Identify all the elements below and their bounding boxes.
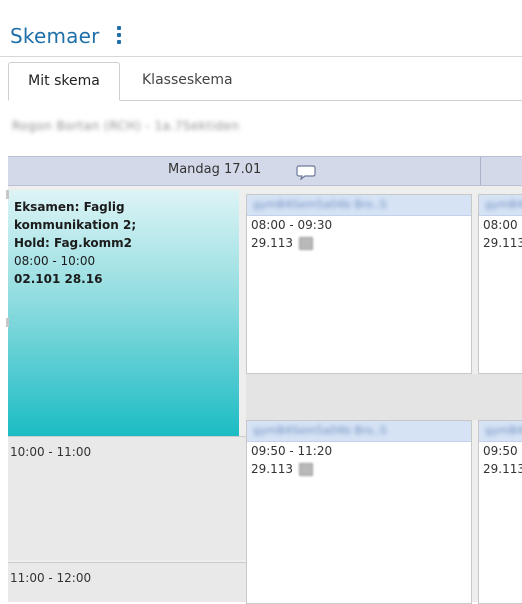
day-header: Mandag 17.01 — [8, 156, 522, 186]
tab-mit-skema[interactable]: Mit skema — [8, 62, 120, 101]
exam-room: 02.101 28.16 — [14, 272, 103, 286]
lesson-card[interactable]: gymB4Sem5 08:00 29.113 — [478, 194, 522, 374]
exam-time: 08:00 - 10:00 — [14, 254, 96, 268]
lesson-room: 29.113 — [483, 236, 522, 250]
room-info-icon[interactable] — [299, 463, 313, 476]
lesson-card[interactable]: gymB4Sem5a04b Bro..S 09:50 - 11:20 29.11… — [246, 420, 472, 604]
page-title: Skemaer — [10, 24, 100, 48]
lesson-title: gymB4Sem5a04b Bro..S — [253, 198, 387, 211]
user-name: Rogon Bortan (RCH) - 1a.7Sektiden — [12, 119, 240, 133]
lesson-room: 29.113 — [251, 462, 293, 476]
exam-title-line2: kommunikation 2; — [14, 218, 137, 232]
kebab-menu-icon[interactable] — [114, 26, 124, 44]
schedule-grid: Eksamen: Faglig kommunikation 2; Hold: F… — [6, 186, 522, 604]
lesson-title: gymB4Sem5 — [485, 198, 522, 211]
time-slot-label: 10:00 - 11:00 — [10, 445, 92, 459]
lesson-time: 09:50 — [483, 444, 518, 458]
room-info-icon[interactable] — [299, 237, 313, 250]
lesson-room: 29.113 — [251, 236, 293, 250]
exam-hold: Hold: Fag.komm2 — [14, 236, 132, 250]
speech-bubble-icon[interactable] — [296, 164, 316, 180]
header-divider — [0, 56, 522, 57]
break-band — [246, 374, 522, 420]
day-column-divider — [480, 157, 481, 185]
lesson-title: gymB4Sem5 — [485, 424, 522, 437]
time-slot-row: 10:00 - 11:00 — [8, 436, 246, 560]
lesson-card[interactable]: gymB4Sem5a04b Bro..S 08:00 - 09:30 29.11… — [246, 194, 472, 374]
tab-klasseskema[interactable]: Klasseskema — [130, 62, 245, 100]
exam-title-line1: Eksamen: Faglig — [14, 200, 125, 214]
lesson-time: 08:00 - 09:30 — [251, 218, 333, 232]
lesson-card[interactable]: gymB4Sem5 09:50 29.113 — [478, 420, 522, 604]
lesson-time: 08:00 — [483, 218, 518, 232]
time-slot-label: 11:00 - 12:00 — [10, 571, 92, 585]
day-label: Mandag 17.01 — [168, 162, 262, 177]
lesson-room: 29.113 — [483, 462, 522, 476]
lesson-title: gymB4Sem5a04b Bro..S — [253, 424, 387, 437]
lesson-time: 09:50 - 11:20 — [251, 444, 333, 458]
slot-marker — [6, 318, 9, 327]
tab-bar: Mit skema Klasseskema — [8, 62, 522, 101]
slot-marker — [6, 190, 9, 199]
exam-event[interactable]: Eksamen: Faglig kommunikation 2; Hold: F… — [8, 190, 239, 436]
time-slot-row: 11:00 - 12:00 — [8, 562, 246, 602]
